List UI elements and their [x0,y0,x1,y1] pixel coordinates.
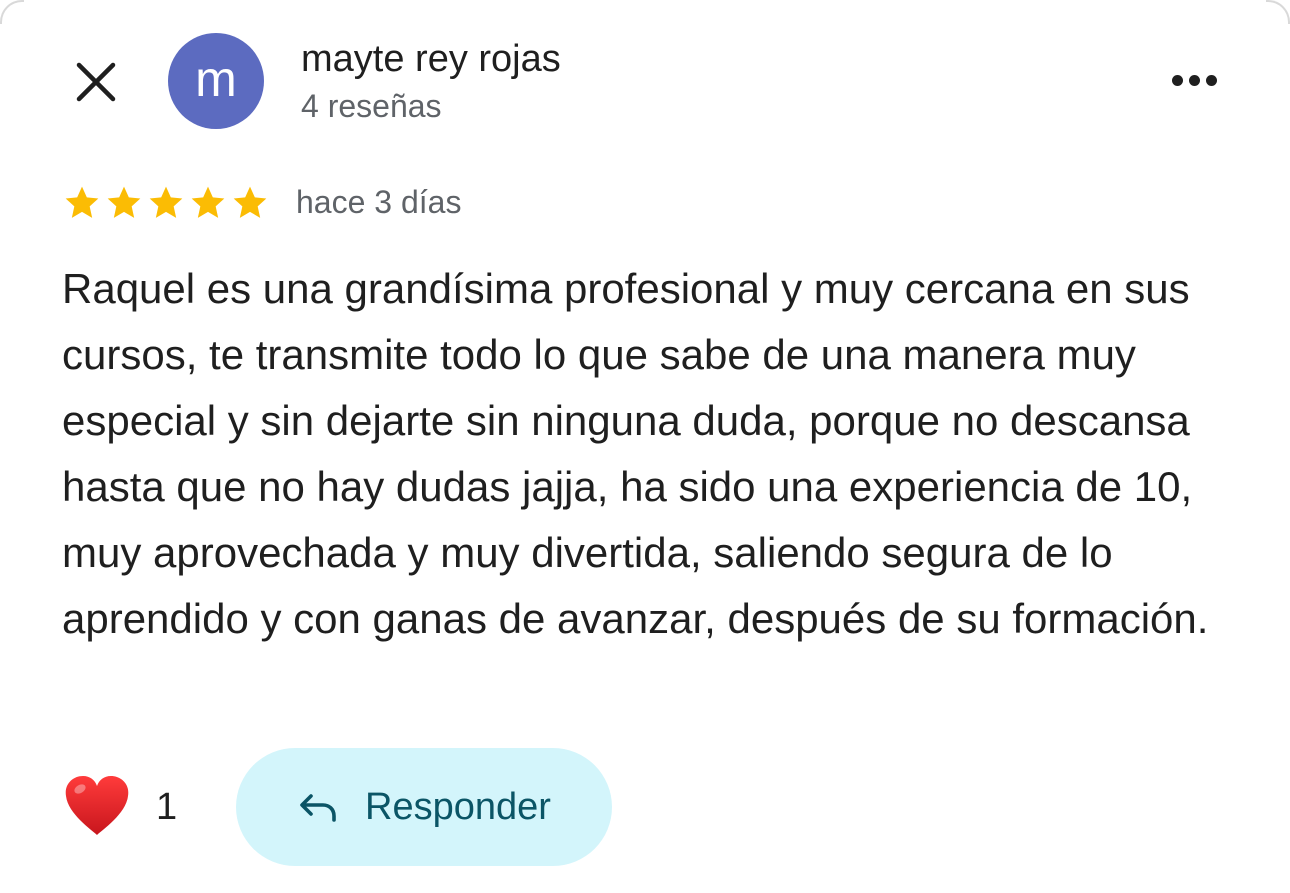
star-icon [233,186,267,218]
close-button[interactable] [66,52,126,112]
star-icon [191,186,225,218]
reply-label: Responder [365,785,551,828]
frame-corner [0,0,24,24]
author-name[interactable]: mayte rey rojas [301,38,561,81]
review-dialog: m mayte rey rojas 4 reseñas hace 3 días … [0,0,1290,893]
close-icon [76,62,116,102]
star-icon [149,186,183,218]
like-button[interactable] [62,772,132,842]
reply-arrow-icon [300,794,336,822]
star-rating [62,181,270,225]
star-icon [65,186,99,218]
author-review-count: 4 reseñas [301,88,442,124]
like-count: 1 [156,786,178,828]
more-horizontal-icon [1171,74,1217,86]
star-icon [107,186,141,218]
avatar[interactable]: m [168,33,264,129]
review-date: hace 3 días [296,184,462,220]
more-options-button[interactable] [1164,60,1224,100]
reply-button[interactable]: Responder [236,748,612,866]
frame-corner [1266,0,1290,24]
heart-icon [65,776,129,835]
review-text: Raquel es una grandísima profesional y m… [62,265,1209,642]
